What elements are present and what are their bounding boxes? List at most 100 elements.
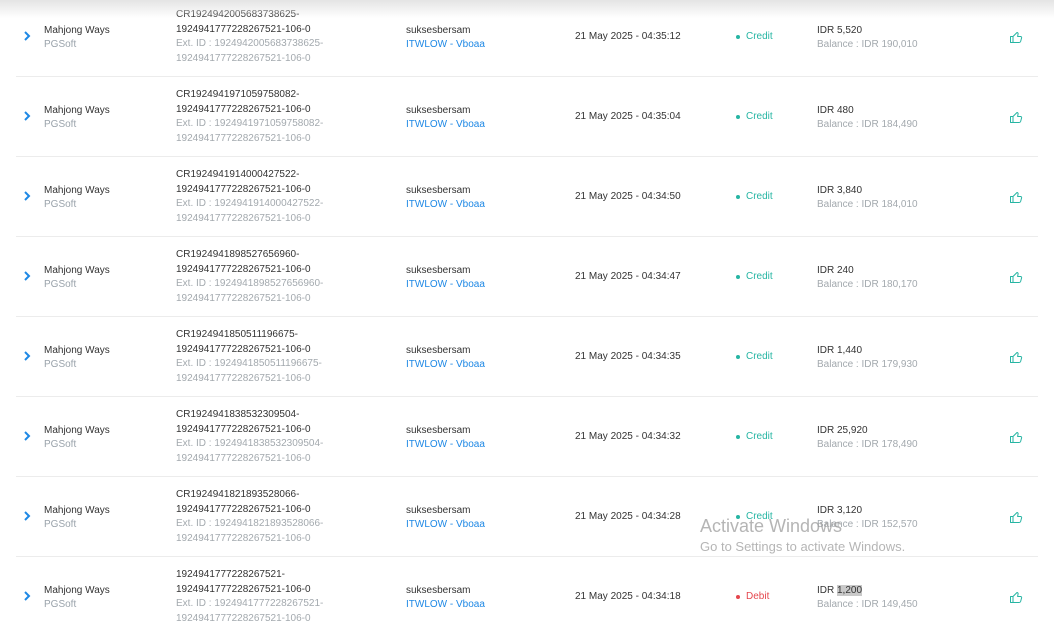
game-name: Mahjong Ways (44, 105, 110, 116)
status-dot (736, 34, 740, 39)
game-cell: Mahjong Ways PGSoft (44, 264, 110, 292)
operator-link[interactable]: ITWLOW - Vboaa (406, 118, 485, 132)
thumbs-up-icon[interactable] (1009, 350, 1023, 364)
operator-link[interactable]: ITWLOW - Vboaa (406, 278, 485, 292)
operator-link[interactable]: ITWLOW - Vboaa (406, 518, 485, 532)
thumbs-up-icon[interactable] (1009, 190, 1023, 204)
transaction-list: Mahjong Ways PGSoft CR192494200568373862… (0, 0, 1054, 636)
expand-chevron-icon[interactable] (22, 509, 32, 523)
balance-value: Balance : IDR 180,170 (817, 279, 918, 290)
game-cell: Mahjong Ways PGSoft (44, 504, 110, 532)
external-id-line1: Ext. ID : 1924941850511196675- (176, 358, 322, 370)
external-id-line2: 1924941777228267521-106-0 (176, 292, 311, 304)
operator-link[interactable]: ITWLOW - Vboaa (406, 198, 485, 212)
external-id-line2: 1924941777228267521-106-0 (176, 132, 311, 144)
transaction-id-cell: CR1924941971059758082- 19249417772282675… (176, 88, 323, 146)
game-name: Mahjong Ways (44, 425, 110, 436)
transaction-type: Credit (736, 351, 773, 362)
username: suksesbersam (406, 105, 471, 116)
game-provider: PGSoft (44, 39, 77, 50)
game-cell: Mahjong Ways PGSoft (44, 344, 110, 372)
type-label: Credit (746, 511, 773, 522)
transaction-id-line2: 1924941777228267521-106-0 (176, 423, 311, 435)
balance-value: Balance : IDR 190,010 (817, 39, 918, 50)
transaction-id-line1: CR1924941914000427522- (176, 169, 300, 180)
table-row: Mahjong Ways PGSoft CR192494200568373862… (16, 0, 1038, 77)
username: suksesbersam (406, 345, 471, 356)
thumbs-up-icon[interactable] (1009, 270, 1023, 284)
expand-chevron-icon[interactable] (22, 349, 32, 363)
transaction-datetime: 21 May 2025 - 04:34:18 (575, 591, 681, 602)
status-dot (736, 514, 740, 519)
user-cell: suksesbersam ITWLOW - Vboaa (406, 504, 485, 532)
transaction-datetime: 21 May 2025 - 04:35:04 (575, 111, 681, 122)
amount-cell: IDR 3,120 Balance : IDR 152,570 (817, 504, 918, 532)
game-provider: PGSoft (44, 199, 77, 210)
operator-link[interactable]: ITWLOW - Vboaa (406, 438, 485, 452)
game-provider: PGSoft (44, 279, 77, 290)
transaction-id-cell: CR1924941838532309504- 19249417772282675… (176, 408, 323, 466)
expand-chevron-icon[interactable] (22, 29, 32, 43)
transaction-id-cell: 1924941777228267521- 1924941777228267521… (176, 568, 323, 626)
user-cell: suksesbersam ITWLOW - Vboaa (406, 104, 485, 132)
transaction-id-cell: CR1924941850511196675- 19249417772282675… (176, 328, 322, 386)
transaction-id-line1: CR1924941821893528066- (176, 489, 300, 500)
transaction-type: Credit (736, 431, 773, 442)
thumbs-up-icon[interactable] (1009, 110, 1023, 124)
balance-value: Balance : IDR 178,490 (817, 439, 918, 450)
external-id-line1: Ext. ID : 1924941838532309504- (176, 438, 324, 450)
balance-value: Balance : IDR 184,010 (817, 199, 918, 210)
amount-value: IDR 5,520 (817, 25, 863, 36)
external-id-line1: Ext. ID : 1924941777228267521- (176, 598, 324, 610)
transaction-type: Credit (736, 111, 773, 122)
amount-cell: IDR 25,920 Balance : IDR 178,490 (817, 424, 918, 452)
username: suksesbersam (406, 585, 471, 596)
external-id-line2: 1924941777228267521-106-0 (176, 452, 311, 464)
thumbs-up-icon[interactable] (1009, 510, 1023, 524)
transaction-type: Credit (736, 191, 773, 202)
external-id-line1: Ext. ID : 1924942005683738625- (176, 38, 324, 50)
amount-value: IDR 1,440 (817, 345, 863, 356)
external-id-line2: 1924941777228267521-106-0 (176, 212, 311, 224)
transaction-id-line1: CR1924942005683738625- (176, 9, 300, 20)
external-id-line1: Ext. ID : 1924941821893528066- (176, 518, 324, 530)
operator-link[interactable]: ITWLOW - Vboaa (406, 598, 485, 612)
amount-cell: IDR 240 Balance : IDR 180,170 (817, 264, 918, 292)
amount-cell: IDR 5,520 Balance : IDR 190,010 (817, 24, 918, 52)
thumbs-up-icon[interactable] (1009, 430, 1023, 444)
transaction-id-line1: CR1924941898527656960- (176, 249, 300, 260)
amount-prefix: IDR (817, 585, 837, 596)
expand-chevron-icon[interactable] (22, 189, 32, 203)
transaction-id-line1: CR1924941971059758082- (176, 89, 300, 100)
table-row: Mahjong Ways PGSoft CR192494185051119667… (16, 317, 1038, 397)
type-label: Credit (746, 351, 773, 362)
amount-cell: IDR 3,840 Balance : IDR 184,010 (817, 184, 918, 212)
operator-link[interactable]: ITWLOW - Vboaa (406, 38, 485, 52)
user-cell: suksesbersam ITWLOW - Vboaa (406, 584, 485, 612)
transaction-datetime: 21 May 2025 - 04:34:35 (575, 351, 681, 362)
table-row: Mahjong Ways PGSoft CR192494183853230950… (16, 397, 1038, 477)
operator-link[interactable]: ITWLOW - Vboaa (406, 358, 485, 372)
game-provider: PGSoft (44, 119, 77, 130)
type-label: Credit (746, 111, 773, 122)
user-cell: suksesbersam ITWLOW - Vboaa (406, 184, 485, 212)
game-cell: Mahjong Ways PGSoft (44, 184, 110, 212)
game-cell: Mahjong Ways PGSoft (44, 584, 110, 612)
transaction-id-line2: 1924941777228267521-106-0 (176, 183, 311, 195)
external-id-line2: 1924941777228267521-106-0 (176, 612, 311, 624)
amount-cell: IDR 480 Balance : IDR 184,490 (817, 104, 918, 132)
expand-chevron-icon[interactable] (22, 589, 32, 603)
thumbs-up-icon[interactable] (1009, 590, 1023, 604)
amount-value: IDR 480 (817, 105, 854, 116)
table-row: Mahjong Ways PGSoft CR192494191400042752… (16, 157, 1038, 237)
transaction-id-line2: 1924941777228267521-106-0 (176, 103, 311, 115)
transaction-id-line1: CR1924941838532309504- (176, 409, 300, 420)
user-cell: suksesbersam ITWLOW - Vboaa (406, 24, 485, 52)
expand-chevron-icon[interactable] (22, 109, 32, 123)
transaction-id-line1: 1924941777228267521- (176, 569, 285, 580)
expand-chevron-icon[interactable] (22, 269, 32, 283)
expand-chevron-icon[interactable] (22, 429, 32, 443)
game-provider: PGSoft (44, 439, 77, 450)
thumbs-up-icon[interactable] (1009, 30, 1023, 44)
balance-value: Balance : IDR 149,450 (817, 599, 918, 610)
